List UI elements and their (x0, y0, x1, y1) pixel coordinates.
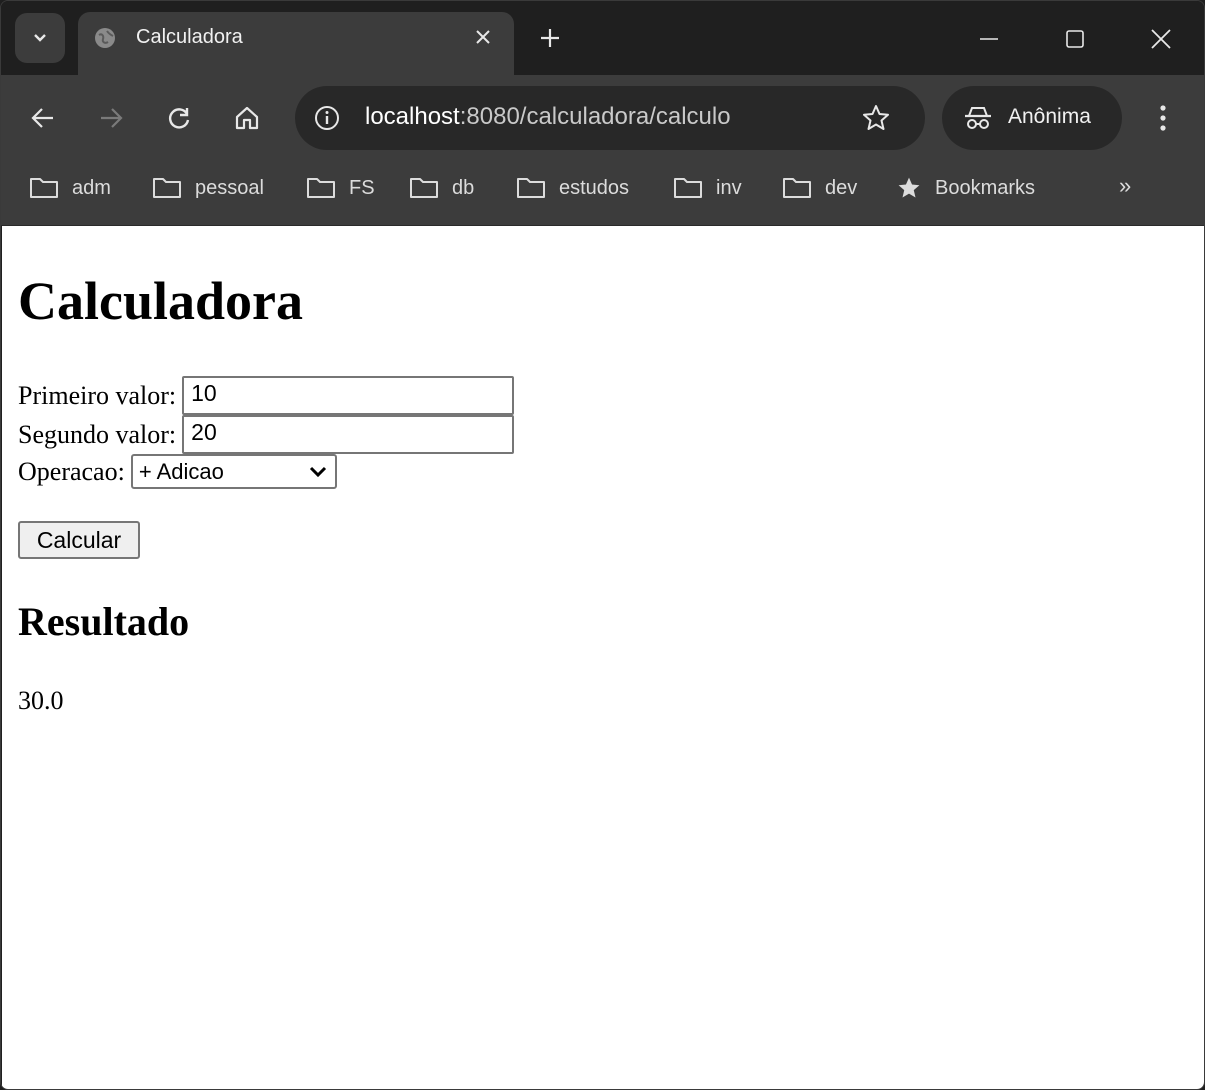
operation-row: Operacao: + Adicao (18, 454, 337, 489)
bookmark-star-icon[interactable] (861, 103, 891, 133)
folder-icon (783, 178, 811, 198)
bookmark-label: FS (349, 176, 375, 199)
operation-label: Operacao: (18, 456, 125, 486)
bookmark-folder-dev[interactable]: dev (782, 173, 857, 203)
incognito-profile-button[interactable]: Anônima (942, 86, 1122, 150)
calcular-button[interactable]: Calcular (18, 521, 140, 559)
home-button[interactable] (227, 98, 267, 138)
bookmark-label: pessoal (195, 176, 264, 199)
reload-icon (168, 108, 190, 129)
bookmark-folder-fs[interactable]: FS (306, 173, 375, 203)
second-value-row: Segundo valor: 20 (18, 415, 515, 454)
maximize-button[interactable] (1055, 19, 1095, 59)
result-heading: Resultado (18, 599, 190, 644)
bookmark-label: inv (716, 176, 742, 199)
globe-icon (95, 28, 115, 48)
bookmark-folder-adm[interactable]: adm (29, 173, 111, 203)
incognito-icon (965, 107, 991, 129)
bookmark-folder-estudos[interactable]: estudos (516, 173, 629, 203)
bookmark-label: db (452, 176, 475, 199)
bookmark-folder-inv[interactable]: inv (673, 173, 742, 203)
folder-icon (153, 178, 181, 198)
operation-select[interactable]: + Adicao (130, 454, 337, 489)
first-value-label: Primeiro valor: (18, 380, 177, 410)
plus-icon (541, 29, 559, 47)
page-title: Calculadora (18, 271, 304, 331)
back-button[interactable] (23, 98, 63, 138)
bookmark-label: Bookmarks (935, 176, 1036, 199)
first-value-input[interactable]: 10 (182, 376, 515, 415)
first-value-row: Primeiro valor: 10 (18, 376, 515, 415)
folder-icon (517, 178, 545, 198)
folder-icon (30, 178, 58, 198)
second-value-label: Segundo valor: (18, 419, 177, 449)
address-bar[interactable]: localhost:8080/calculadora/calculo (295, 86, 925, 150)
url-path: :8080/calculadora/calculo (459, 103, 731, 130)
minimize-button[interactable] (969, 19, 1009, 59)
forward-button[interactable] (91, 98, 131, 138)
folder-icon (674, 178, 702, 198)
profile-label: Anônima (1008, 105, 1091, 128)
bookmarks-bar: adm pessoal FS db estudos inv dev Bookma… (1, 161, 1204, 226)
url-text: localhost:8080/calculadora/calculo (365, 103, 731, 131)
operation-selected-value: + Adicao (138, 458, 224, 484)
minimize-icon (980, 38, 998, 40)
bookmark-bookmarks[interactable]: Bookmarks (896, 173, 1035, 203)
arrow-left-icon (31, 108, 53, 128)
bookmark-folder-db[interactable]: db (409, 173, 474, 203)
close-icon (1151, 29, 1171, 49)
page-content: Calculadora Primeiro valor: 10 Segundo v… (2, 226, 1204, 1089)
arrow-right-icon (101, 108, 123, 128)
chevron-down-icon (34, 34, 46, 42)
tab-search-button[interactable] (15, 13, 65, 63)
reload-button[interactable] (159, 98, 199, 138)
browser-toolbar: localhost:8080/calculadora/calculo Anôni… (1, 75, 1204, 161)
bookmark-label: adm (72, 176, 111, 199)
folder-icon (307, 178, 335, 198)
bookmarks-overflow-button[interactable]: » (1119, 173, 1131, 199)
tab-strip: Calculadora (1, 1, 1204, 75)
bookmark-folder-pessoal[interactable]: pessoal (152, 173, 264, 203)
star-icon (898, 177, 920, 198)
browser-menu-button[interactable] (1143, 98, 1183, 138)
tab-title: Calculadora (136, 26, 243, 48)
tab-close-button[interactable] (470, 24, 496, 50)
maximize-icon (1066, 30, 1084, 48)
new-tab-button[interactable] (535, 23, 565, 53)
bookmark-label: dev (825, 176, 858, 199)
more-vertical-icon (1160, 105, 1166, 131)
home-icon (235, 106, 259, 130)
folder-icon (410, 178, 438, 198)
chevron-down-icon (309, 466, 326, 478)
second-value-input[interactable]: 20 (182, 415, 515, 454)
url-host: localhost (365, 103, 460, 130)
window-close-button[interactable] (1141, 19, 1181, 59)
browser-window: Calculadora localhost:8080/calculadora/c… (0, 0, 1205, 1090)
close-icon (476, 30, 490, 44)
tab-calculadora[interactable]: Calculadora (78, 12, 514, 75)
result-value: 30.0 (18, 686, 64, 715)
info-icon[interactable] (313, 104, 341, 132)
bookmark-label: estudos (559, 176, 630, 199)
